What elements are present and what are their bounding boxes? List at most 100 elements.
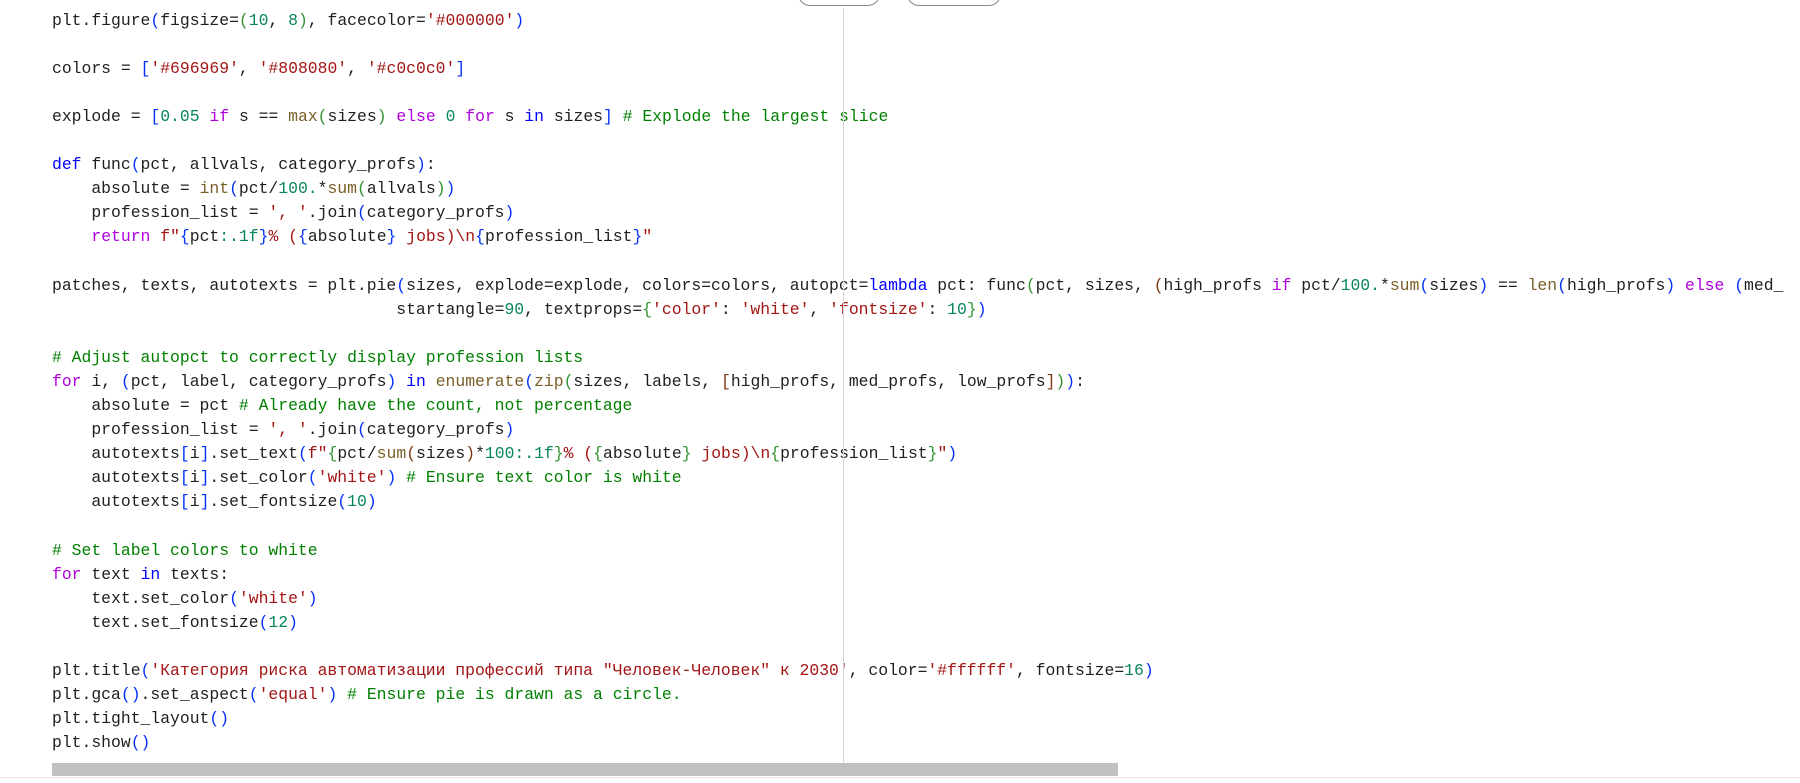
- code-token: # Explode the largest slice: [622, 106, 889, 126]
- code-token: absolute = pct: [52, 396, 239, 416]
- code-line[interactable]: autotexts[i].set_text(f"{pct/sum(sizes)*…: [52, 442, 1800, 466]
- code-token: in: [140, 564, 161, 584]
- code-line[interactable]: absolute = pct # Already have the count,…: [52, 394, 1800, 418]
- code-token: ): [1143, 661, 1154, 681]
- code-token: *: [475, 444, 485, 464]
- code-line[interactable]: # Set label colors to white: [52, 539, 1800, 563]
- code-line[interactable]: [52, 515, 1800, 539]
- code-token: high_profs: [1566, 275, 1666, 295]
- code-line[interactable]: plt.gca().set_aspect('equal') # Ensure p…: [52, 683, 1800, 707]
- code-token: in: [524, 106, 544, 126]
- code-token: ): [445, 179, 456, 199]
- code-token: }: [927, 444, 938, 464]
- code-line[interactable]: startangle=90, textprops={'color': 'whit…: [52, 298, 1800, 322]
- code-line[interactable]: [52, 250, 1800, 274]
- code-token: category_profs: [366, 203, 505, 223]
- code-token: '#c0c0c0': [366, 58, 456, 78]
- code-token: ): [1665, 275, 1676, 295]
- code-token: sizes: [327, 106, 377, 126]
- code-line[interactable]: [52, 635, 1800, 659]
- code-token: (: [130, 733, 141, 753]
- code-token: sum: [327, 179, 357, 199]
- code-token: [: [150, 106, 161, 126]
- code-token: len: [1527, 275, 1558, 295]
- code-token: text.set_fontsize: [52, 612, 259, 632]
- code-token: :.1f: [514, 444, 554, 464]
- code-token: ): [504, 420, 515, 440]
- code-token: absolute: [307, 227, 387, 247]
- code-token: figsize=: [160, 10, 239, 30]
- code-token: ): [386, 372, 397, 391]
- code-token: 'white': [317, 468, 387, 488]
- horizontal-scrollbar[interactable]: [52, 763, 1118, 776]
- code-token: ": [642, 227, 653, 247]
- code-line[interactable]: [52, 33, 1800, 57]
- toolbar-button-right[interactable]: [907, 0, 1001, 6]
- code-line[interactable]: colors = ['#696969', '#808080', '#c0c0c0…: [52, 57, 1800, 81]
- code-line[interactable]: [52, 129, 1800, 153]
- code-token: ): [1065, 372, 1076, 391]
- code-token: (: [396, 275, 407, 295]
- code-token: :: [720, 299, 741, 319]
- code-line[interactable]: explode = [0.05 if s == max(sizes) else …: [52, 105, 1800, 129]
- code-line[interactable]: plt.figure(figsize=(10, 8), facecolor='#…: [52, 9, 1800, 33]
- code-token: texts:: [160, 564, 230, 584]
- code-line[interactable]: for text in texts:: [52, 563, 1800, 587]
- code-token: profession_list =: [52, 203, 269, 223]
- code-token: autotexts: [52, 444, 180, 464]
- code-token: '#696969': [150, 58, 239, 78]
- cell-bottom-border: [0, 777, 1800, 778]
- code-token: 100.: [278, 179, 318, 199]
- code-line[interactable]: text.set_color('white'): [52, 587, 1800, 611]
- code-line[interactable]: profession_list = ', '.join(category_pro…: [52, 201, 1800, 225]
- code-line[interactable]: for i, (pct, label, category_profs) in e…: [52, 370, 1800, 394]
- code-token: # Set label colors to white: [52, 540, 318, 560]
- code-token: f": [160, 227, 180, 247]
- code-token: (: [120, 372, 131, 391]
- code-line[interactable]: autotexts[i].set_fontsize(10): [52, 490, 1800, 514]
- code-token: .set_text: [209, 444, 298, 464]
- code-line[interactable]: absolute = int(pct/100.*sum(allvals)): [52, 177, 1800, 201]
- code-token: (: [1153, 275, 1164, 295]
- code-token: patches, texts, autotexts = plt.pie: [52, 275, 397, 295]
- code-token: s ==: [229, 106, 289, 126]
- code-token: ): [976, 299, 987, 319]
- code-line[interactable]: return f"{pct:.1f}% ({absolute} jobs)\n{…: [52, 225, 1800, 249]
- code-token: pct/: [238, 179, 279, 199]
- code-line[interactable]: # Adjust autopct to correctly display pr…: [52, 346, 1800, 370]
- code-token: {: [179, 227, 190, 247]
- code-token: text.set_color: [52, 588, 230, 608]
- code-token: plt.figure: [52, 10, 151, 30]
- code-token: pct/: [1291, 275, 1341, 295]
- code-token: *: [1379, 275, 1390, 295]
- code-token: (: [120, 685, 131, 705]
- code-token: ): [514, 10, 525, 30]
- code-line[interactable]: plt.show(): [52, 731, 1800, 755]
- code-line[interactable]: def func(pct, allvals, category_profs):: [52, 153, 1800, 177]
- code-token: ==: [1488, 275, 1528, 295]
- code-editor[interactable]: plt.figure(figsize=(10, 8), facecolor='#…: [52, 9, 1800, 756]
- code-line[interactable]: patches, texts, autotexts = plt.pie(size…: [52, 274, 1800, 298]
- code-line[interactable]: plt.title('Категория риска автоматизации…: [52, 659, 1800, 683]
- code-token: ): [376, 106, 387, 126]
- code-line[interactable]: text.set_fontsize(12): [52, 611, 1800, 635]
- code-line[interactable]: plt.tight_layout(): [52, 707, 1800, 731]
- code-token: # Adjust autopct to correctly display pr…: [52, 347, 584, 367]
- code-token: med_: [1744, 275, 1784, 295]
- code-token: '#000000': [425, 10, 515, 30]
- code-token: (: [1025, 275, 1036, 295]
- toolbar-button-left[interactable]: [798, 0, 880, 6]
- code-line[interactable]: [52, 81, 1800, 105]
- code-token: pct: func: [927, 275, 1026, 295]
- code-line[interactable]: [52, 322, 1800, 346]
- code-line[interactable]: autotexts[i].set_color('white') # Ensure…: [52, 466, 1800, 490]
- code-token: else: [396, 106, 436, 126]
- code-token: .set_fontsize: [209, 492, 338, 512]
- code-line[interactable]: profession_list = ', '.join(category_pro…: [52, 418, 1800, 442]
- code-token: (: [238, 10, 249, 30]
- code-token: in: [406, 372, 426, 391]
